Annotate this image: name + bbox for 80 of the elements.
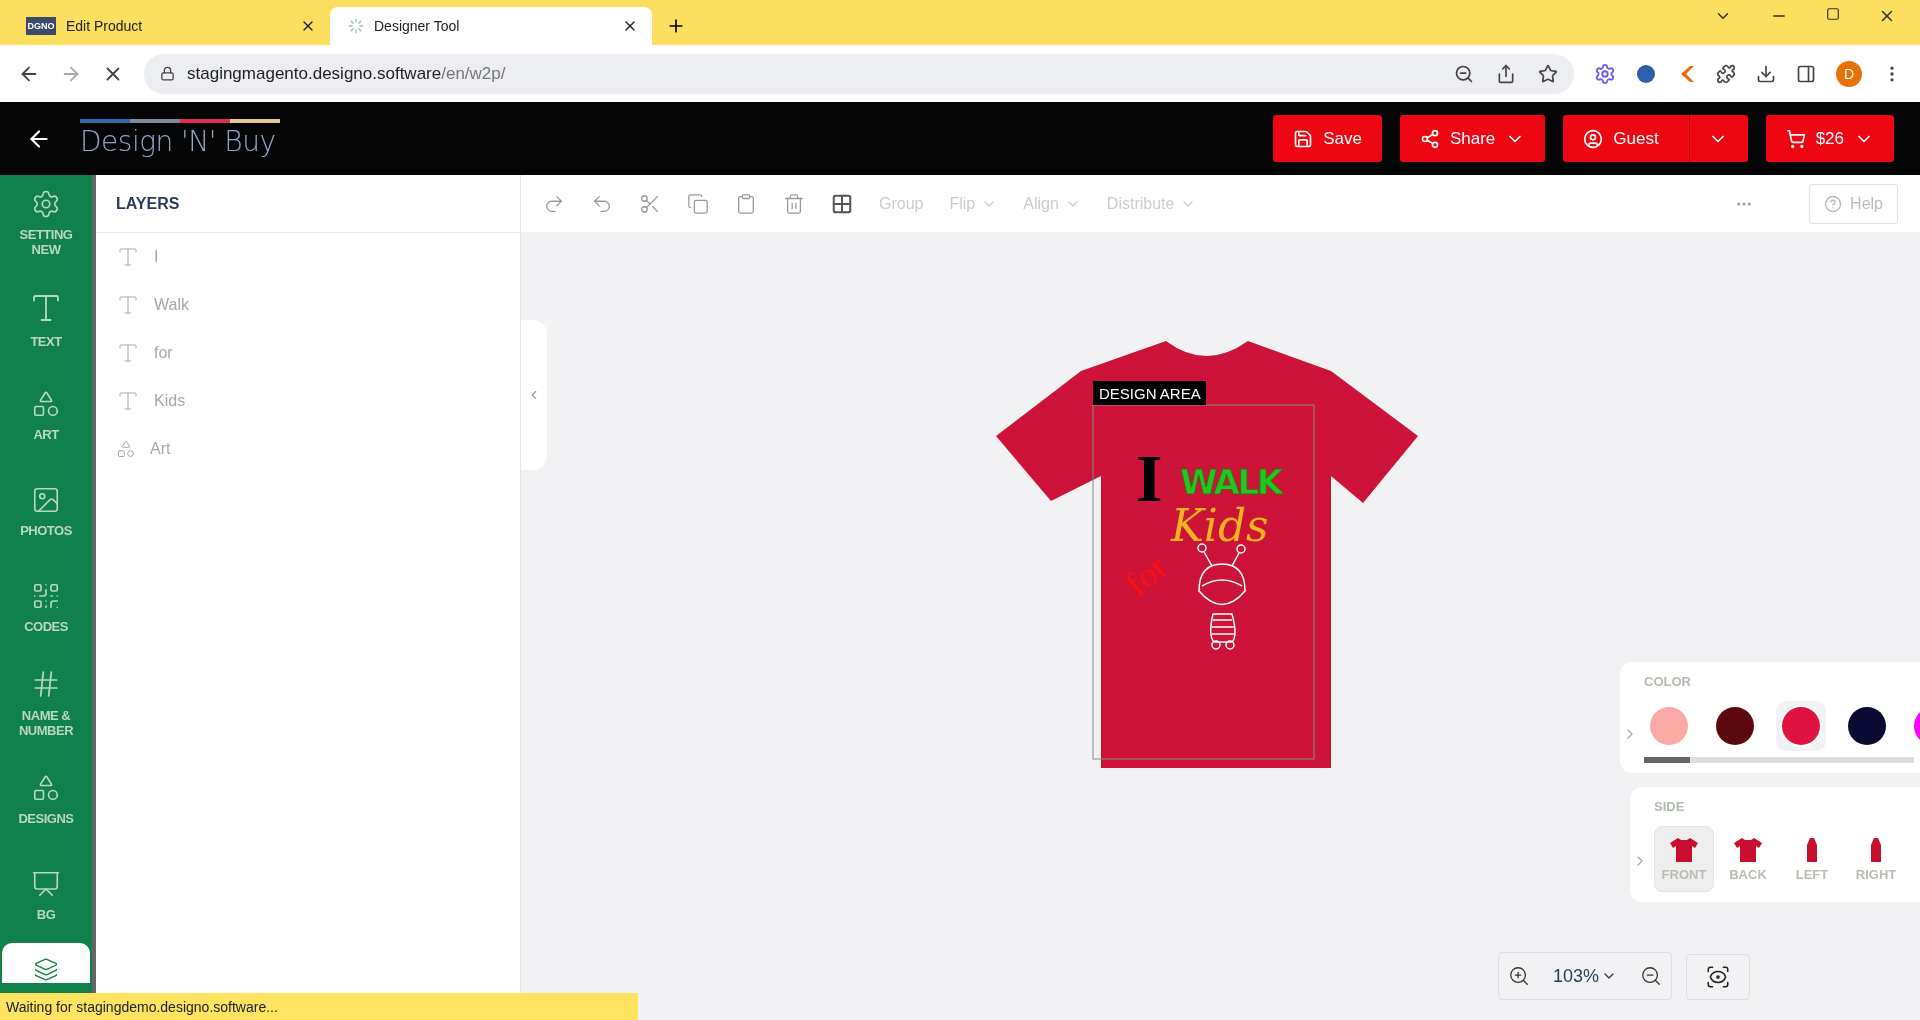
zoom-dropdown[interactable]: 103% xyxy=(1546,964,1623,988)
gear-icon xyxy=(31,189,61,219)
design-text: WALK xyxy=(1179,462,1284,502)
profile-avatar[interactable]: D xyxy=(1836,60,1862,87)
shirt-side-icon xyxy=(1805,836,1819,863)
sidebar-item[interactable]: PHOTOS xyxy=(0,463,92,559)
header-button[interactable]: Save xyxy=(1273,115,1382,162)
url-path: /en/w2p/ xyxy=(441,63,506,83)
url-host: stagingmagento.designo.software xyxy=(187,63,442,83)
scroll-thumb xyxy=(1644,757,1690,763)
panel-title: COLOR xyxy=(1644,674,1692,689)
layer-item[interactable]: I xyxy=(96,233,520,281)
sidebar-item[interactable]: ART xyxy=(0,367,92,463)
trash-icon xyxy=(783,192,805,215)
star-icon[interactable] xyxy=(1538,63,1558,84)
status-bar: Waiting for stagingdemo.designo.software... xyxy=(0,993,638,1020)
header-button[interactable]: $26 xyxy=(1765,115,1894,162)
zoom-out-icon[interactable] xyxy=(1640,965,1663,987)
shirt-icon xyxy=(1733,836,1763,863)
scissors-icon xyxy=(639,192,661,215)
gear-icon[interactable] xyxy=(1594,62,1616,85)
sidebar-item[interactable]: CODES xyxy=(0,559,92,655)
address-bar[interactable]: stagingmagento.designo.software/en/w2p/ xyxy=(144,53,1574,94)
zoom-out-icon[interactable] xyxy=(1454,63,1474,84)
shapes-icon xyxy=(116,439,136,459)
zoom-in-icon[interactable] xyxy=(1507,965,1530,987)
browser-tab[interactable]: Designer Tool xyxy=(330,7,652,45)
design-area-label: DESIGN AREA xyxy=(1092,381,1206,405)
save-icon xyxy=(1293,128,1314,149)
shirt-side-icon xyxy=(1869,836,1883,863)
download-icon[interactable] xyxy=(1756,63,1776,84)
header-button[interactable]: Share xyxy=(1399,115,1546,162)
sidebar-item[interactable]: SETTING NEW xyxy=(0,175,92,271)
side-view-button[interactable]: RIGHT xyxy=(1846,826,1906,892)
side-view-button[interactable]: FRONT xyxy=(1654,826,1714,892)
help-button[interactable]: Help xyxy=(1809,183,1898,224)
eye-icon xyxy=(1705,964,1731,990)
shirt-icon xyxy=(1669,836,1699,863)
layer-item[interactable]: Art xyxy=(96,425,520,473)
share-icon xyxy=(1419,128,1440,149)
header-button[interactable]: Guest xyxy=(1563,115,1748,162)
sidebar-item[interactable] xyxy=(2,943,90,983)
letter-t-icon xyxy=(116,245,140,269)
puzzle-icon[interactable] xyxy=(1716,63,1736,84)
layer-item[interactable]: Kids xyxy=(96,377,520,425)
layers-title: LAYERS xyxy=(96,175,520,233)
side-view-button[interactable]: LEFT xyxy=(1782,826,1842,892)
letter-t-icon xyxy=(116,341,140,365)
sidebar-item[interactable]: NAME & NUMBER xyxy=(0,655,92,751)
cart-icon xyxy=(1785,128,1806,149)
color-swatch[interactable] xyxy=(1776,701,1826,751)
sidebar-item[interactable]: TEXT xyxy=(0,271,92,367)
checker-grid-icon xyxy=(831,192,853,215)
letter-t-icon xyxy=(116,293,140,317)
copy-icon xyxy=(687,192,709,215)
tab-title: Edit Product xyxy=(66,18,144,34)
design-text: I xyxy=(1135,440,1162,516)
lock-icon xyxy=(160,66,175,81)
sidebar-item[interactable]: BG xyxy=(0,847,92,943)
tab-title: Designer Tool xyxy=(374,18,461,34)
side-panel-icon[interactable] xyxy=(1796,63,1816,84)
letter-t-icon xyxy=(116,389,140,413)
preview-button[interactable] xyxy=(1686,954,1750,1000)
toolbar-tool[interactable] xyxy=(831,192,853,215)
layer-item[interactable]: for xyxy=(96,329,520,377)
globe-icon[interactable] xyxy=(1636,63,1656,84)
help-icon xyxy=(1824,194,1843,213)
maximize-icon[interactable] xyxy=(1826,6,1840,21)
clipboard-icon xyxy=(735,192,757,215)
layer-item[interactable]: Walk xyxy=(96,281,520,329)
browser-tab[interactable]: DGNO Edit Product xyxy=(8,7,330,45)
side-view-button[interactable]: BACK xyxy=(1718,826,1778,892)
panel-title: SIDE xyxy=(1654,799,1686,814)
user-icon xyxy=(1583,128,1604,149)
favicon: DGNO xyxy=(26,17,56,35)
loading-icon xyxy=(348,18,364,34)
design-text: Kids xyxy=(1170,500,1269,551)
sidebar-item[interactable]: DESIGNS xyxy=(0,751,92,847)
share-icon[interactable] xyxy=(1496,63,1516,84)
logo-text: Design 'N' Buy xyxy=(80,125,277,158)
